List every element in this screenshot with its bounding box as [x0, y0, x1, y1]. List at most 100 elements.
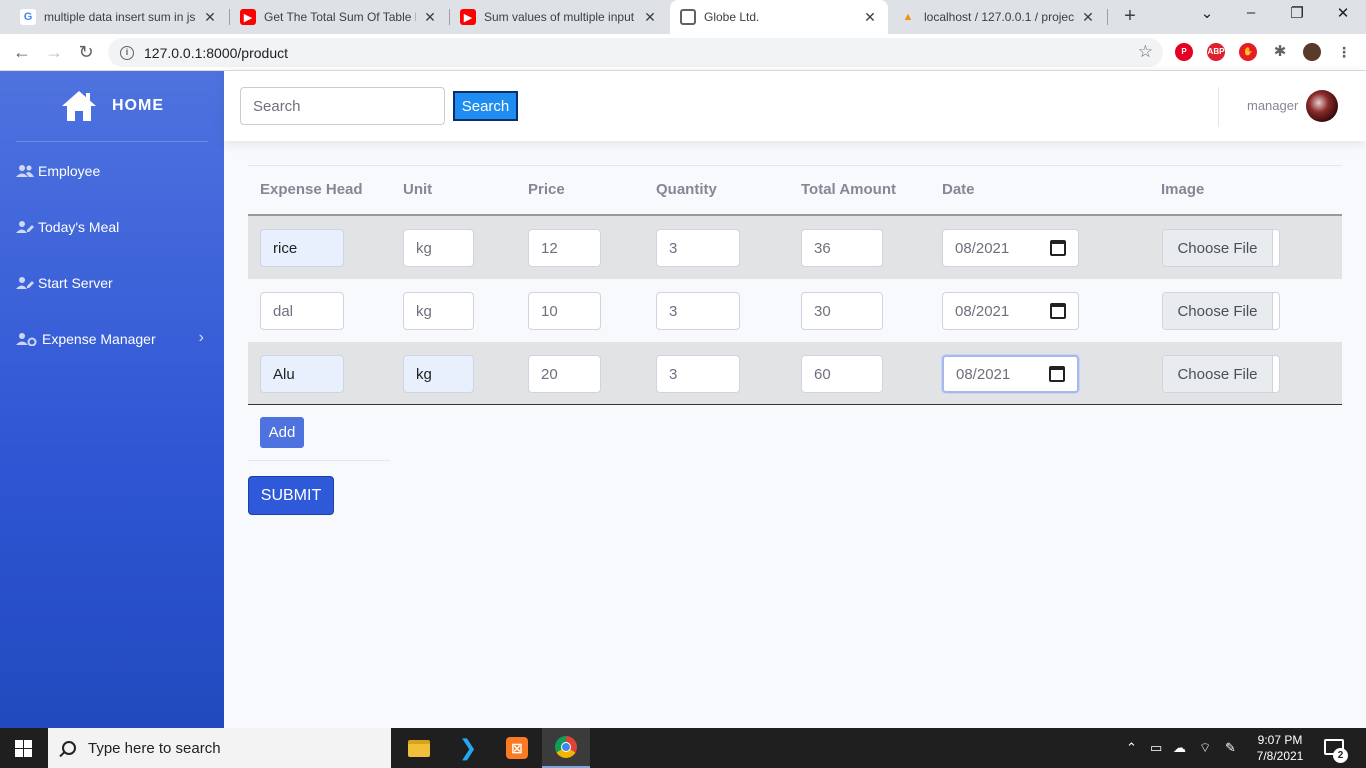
- choose-file-button[interactable]: Choose File: [1163, 356, 1273, 392]
- tab-title: Globe Ltd.: [704, 10, 760, 24]
- user-name[interactable]: manager: [1247, 98, 1298, 113]
- brand-text: HOME: [112, 97, 164, 114]
- quantity-input[interactable]: 3: [656, 229, 740, 267]
- onedrive-cloud-icon[interactable]: ☁: [1173, 740, 1186, 756]
- expense-head-input[interactable]: dal: [260, 292, 344, 330]
- close-icon[interactable]: ✕: [202, 9, 218, 26]
- sidebar-brand[interactable]: HOME: [0, 71, 224, 141]
- content-divider: [248, 165, 1342, 166]
- taskbar-clock[interactable]: 9:07 PM 7/8/2021: [1250, 732, 1310, 764]
- sidebar-item-label: Today's Meal: [38, 219, 120, 235]
- calendar-icon[interactable]: [1049, 366, 1065, 382]
- back-icon[interactable]: ←: [10, 40, 34, 64]
- file-input[interactable]: Choose File: [1162, 292, 1280, 330]
- vscode-app[interactable]: ❯: [444, 728, 492, 768]
- file-input[interactable]: Choose File: [1162, 229, 1280, 267]
- close-icon[interactable]: ✕: [642, 9, 658, 26]
- tab-title: Sum values of multiple input: [484, 10, 635, 24]
- forward-icon[interactable]: →: [42, 40, 66, 64]
- quantity-input[interactable]: 3: [656, 355, 740, 393]
- windows-start-icon[interactable]: [15, 740, 32, 757]
- taskbar-search-input[interactable]: Type here to search: [48, 728, 391, 768]
- taskbar: Type here to search ❯ ⊠ ⌃ ▭ ☁ ⌔ ✎ 9:07 P…: [0, 728, 1366, 768]
- price-input[interactable]: 10: [528, 292, 601, 330]
- xampp-app[interactable]: ⊠: [493, 728, 541, 768]
- browser-tab[interactable]: ▶ Get The Total Sum Of Table R ✕: [230, 0, 448, 34]
- wifi-icon[interactable]: ⌔: [1199, 740, 1211, 756]
- column-header-total-amount: Total Amount: [801, 181, 896, 198]
- address-bar[interactable]: i 127.0.0.1:8000/product ☆: [108, 38, 1163, 67]
- phpmyadmin-icon: ▲: [902, 11, 914, 23]
- pinterest-extension-icon[interactable]: P: [1175, 43, 1193, 61]
- adblock-plus-extension-icon[interactable]: ABP: [1207, 43, 1225, 61]
- date-value: 08/2021: [956, 365, 1011, 383]
- date-input[interactable]: 08/2021: [942, 355, 1079, 393]
- search-button[interactable]: Search: [453, 91, 518, 121]
- unit-input[interactable]: kg: [403, 292, 474, 330]
- browser-toolbar: ← → ↻ i 127.0.0.1:8000/product ☆ P ABP ✋…: [0, 34, 1366, 71]
- quantity-input[interactable]: 3: [656, 292, 740, 330]
- tab-separator: [1107, 9, 1108, 25]
- chrome-icon: [555, 736, 577, 758]
- browser-tab[interactable]: ▶ Sum values of multiple input ✕: [450, 0, 668, 34]
- reload-icon[interactable]: ↻: [74, 40, 98, 64]
- browser-tab-active[interactable]: Globe Ltd. ✕: [670, 0, 888, 34]
- total-amount-input[interactable]: 36: [801, 229, 883, 267]
- user-edit-icon: [16, 277, 34, 289]
- profile-avatar[interactable]: [1303, 43, 1321, 61]
- close-icon[interactable]: ✕: [862, 9, 878, 26]
- column-header-quantity: Quantity: [656, 181, 717, 198]
- calendar-icon[interactable]: [1050, 240, 1066, 256]
- price-input[interactable]: 20: [528, 355, 601, 393]
- sidebar-item-todays-meal[interactable]: Today's Meal: [16, 215, 216, 239]
- browser-tab[interactable]: ▲ localhost / 127.0.0.1 / project ✕: [890, 0, 1106, 34]
- minimize-icon[interactable]: –: [1236, 4, 1266, 21]
- close-icon[interactable]: ✕: [422, 9, 438, 26]
- column-header-date: Date: [942, 181, 975, 198]
- home-icon: [62, 91, 96, 121]
- choose-file-button[interactable]: Choose File: [1163, 293, 1273, 329]
- adblock-extension-icon[interactable]: ✋: [1239, 43, 1257, 61]
- file-input[interactable]: Choose File: [1162, 355, 1280, 393]
- sidebar-item-employee[interactable]: Employee: [16, 159, 216, 183]
- users-icon: [16, 165, 34, 177]
- total-amount-input[interactable]: 30: [801, 292, 883, 330]
- unit-input[interactable]: kg: [403, 355, 474, 393]
- window-close-icon[interactable]: ✕: [1328, 4, 1358, 22]
- close-icon[interactable]: ✕: [1080, 9, 1096, 26]
- browser-tab[interactable]: G multiple data insert sum in js ✕: [10, 0, 228, 34]
- restore-icon[interactable]: ❐: [1282, 4, 1312, 22]
- calendar-icon[interactable]: [1050, 303, 1066, 319]
- battery-icon[interactable]: ▭: [1150, 740, 1162, 756]
- chrome-app[interactable]: [542, 728, 590, 768]
- extensions-puzzle-icon[interactable]: ✱: [1271, 43, 1289, 61]
- search-input[interactable]: Search: [240, 87, 445, 125]
- pen-icon[interactable]: ✎: [1225, 740, 1236, 756]
- date-input[interactable]: 08/2021: [942, 229, 1079, 267]
- date-value: 08/2021: [955, 302, 1010, 320]
- price-input[interactable]: 12: [528, 229, 601, 267]
- date-input[interactable]: 08/2021: [942, 292, 1079, 330]
- youtube-icon: ▶: [240, 9, 256, 25]
- tab-search-icon[interactable]: ⌄: [1192, 4, 1222, 22]
- new-tab-icon[interactable]: +: [1118, 5, 1142, 28]
- total-amount-input[interactable]: 60: [801, 355, 883, 393]
- menu-kebab-icon[interactable]: ⋮: [1335, 43, 1353, 61]
- sidebar-item-start-server[interactable]: Start Server: [16, 271, 216, 295]
- add-row-button[interactable]: Add: [260, 417, 304, 448]
- expense-head-input[interactable]: rice: [260, 229, 344, 267]
- notification-badge: 2: [1333, 748, 1348, 763]
- unit-input[interactable]: kg: [403, 229, 474, 267]
- file-explorer-app[interactable]: [395, 728, 443, 768]
- info-icon[interactable]: i: [120, 45, 134, 60]
- bookmark-star-icon[interactable]: ☆: [1138, 42, 1153, 62]
- choose-file-button[interactable]: Choose File: [1163, 230, 1273, 266]
- submit-button[interactable]: SUBMIT: [248, 476, 334, 515]
- tray-chevron-up-icon[interactable]: ⌃: [1126, 740, 1137, 756]
- search-icon: [62, 741, 76, 755]
- tab-title: multiple data insert sum in js: [44, 10, 196, 24]
- avatar[interactable]: [1306, 90, 1338, 122]
- table-row: Alu kg 20 3 60 08/2021 Choose File: [248, 342, 1342, 405]
- expense-head-input[interactable]: Alu: [260, 355, 344, 393]
- sidebar-item-expense-manager[interactable]: Expense Manager ›: [16, 327, 216, 351]
